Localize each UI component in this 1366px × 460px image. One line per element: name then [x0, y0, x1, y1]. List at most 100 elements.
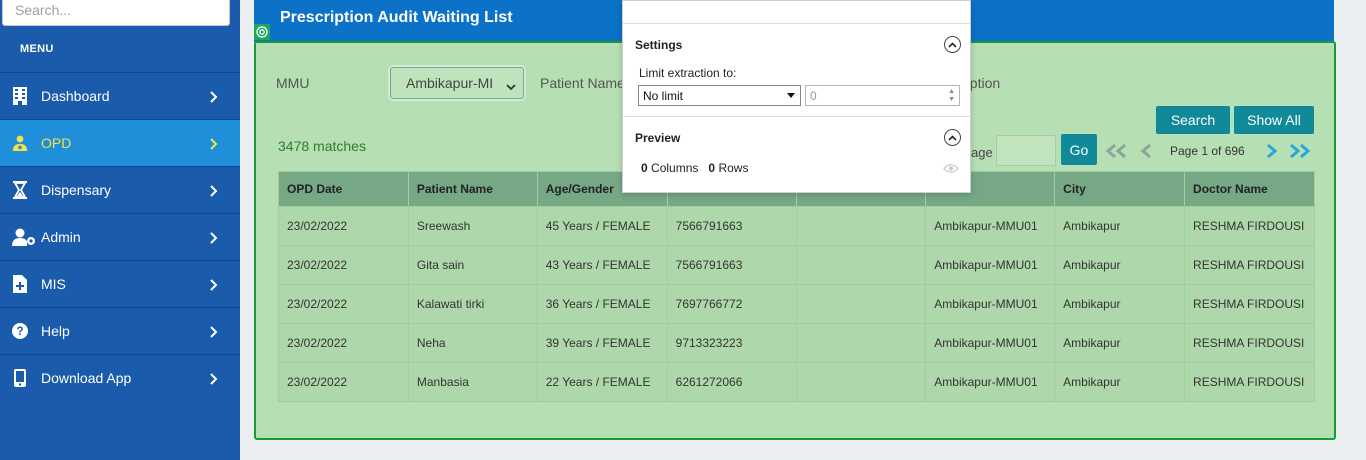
table-cell: 23/02/2022: [278, 362, 409, 402]
prescription-table: OPD Date Patient Name Age/Gender City Do…: [278, 171, 1315, 402]
table-cell: 7566791663: [666, 206, 797, 246]
table-cell: Ambikapur-MMU01: [925, 362, 1056, 402]
table-cell: Ambikapur: [1054, 245, 1186, 285]
chevron-right-icon: [210, 325, 218, 341]
target-icon[interactable]: [254, 24, 270, 40]
collapse-settings-icon[interactable]: [944, 36, 961, 53]
table-cell: 22 Years / FEMALE: [536, 362, 668, 402]
column-header[interactable]: City: [1054, 171, 1186, 207]
column-header[interactable]: OPD Date: [278, 171, 409, 207]
table-cell: Ambikapur-MMU01: [925, 206, 1056, 246]
table-cell: Gita sain: [407, 245, 538, 285]
next-page-icon[interactable]: [1266, 143, 1278, 163]
mobile-icon: [12, 369, 28, 387]
divider: [623, 23, 970, 24]
collapse-preview-icon[interactable]: [944, 129, 961, 146]
sidebar-search-input[interactable]: [2, 0, 230, 26]
table-cell: [795, 245, 927, 285]
table-cell: Sreewash: [407, 206, 538, 246]
limit-extraction-label: Limit extraction to:: [639, 66, 737, 80]
columns-count: 0: [641, 161, 648, 175]
user-cog-icon: [12, 228, 36, 246]
table-row[interactable]: 23/02/2022 Gita sain 43 Years / FEMALE 7…: [278, 245, 1315, 285]
chevron-right-icon: [210, 231, 218, 247]
previous-page-icon[interactable]: [1140, 143, 1152, 163]
table-cell: [795, 284, 927, 324]
matches-count: 3478 matches: [278, 138, 366, 154]
chevron-right-icon: [210, 278, 218, 294]
mmu-label: MMU: [276, 75, 310, 91]
first-page-icon[interactable]: [1104, 143, 1128, 163]
limit-select-value: No limit: [643, 88, 684, 103]
table-cell: 39 Years / FEMALE: [536, 323, 668, 363]
table-cell: 7697766772: [666, 284, 797, 324]
sidebar-item-mis[interactable]: MIS: [0, 260, 240, 307]
doctor-icon: [12, 134, 28, 152]
mmu-select-value: Ambikapur-MI: [406, 75, 494, 91]
table-cell: 45 Years / FEMALE: [536, 206, 668, 246]
sidebar-item-download-app[interactable]: Download App: [0, 354, 240, 401]
mmu-select[interactable]: Ambikapur-MI: [390, 67, 524, 99]
table-cell: [795, 206, 927, 246]
limit-extraction-select[interactable]: No limit: [638, 85, 801, 106]
table-cell: Ambikapur: [1054, 284, 1186, 324]
table-row[interactable]: 23/02/2022 Manbasia 22 Years / FEMALE 62…: [278, 362, 1315, 402]
table-cell: Neha: [407, 323, 538, 363]
sidebar-item-opd[interactable]: OPD: [0, 119, 240, 166]
table-cell: Ambikapur: [1054, 362, 1186, 402]
dropdown-arrow-icon: [787, 93, 795, 98]
building-icon: [12, 87, 28, 105]
table-cell: Ambikapur: [1054, 323, 1186, 363]
menu-heading: MENU: [20, 43, 54, 55]
limit-number-input[interactable]: 0 ▲ ▼: [805, 85, 960, 106]
spinner-arrows-icon[interactable]: ▲ ▼: [948, 88, 955, 104]
divider: [623, 116, 970, 117]
table-cell: 9713323223: [666, 323, 797, 363]
preview-title: Preview: [635, 131, 681, 145]
page-number-input[interactable]: [996, 135, 1056, 166]
table-row[interactable]: 23/02/2022 Kalawati tirki 36 Years / FEM…: [278, 284, 1315, 324]
go-button[interactable]: Go: [1061, 134, 1097, 165]
table-cell: [795, 323, 927, 363]
chevron-right-icon: [210, 184, 218, 200]
question-circle-icon: ?: [12, 322, 28, 340]
column-header[interactable]: Patient Name: [407, 171, 538, 207]
table-cell: 23/02/2022: [278, 323, 409, 363]
table-row[interactable]: 23/02/2022 Neha 39 Years / FEMALE 971332…: [278, 323, 1315, 363]
table-cell: RESHMA FIRDOUSI: [1184, 323, 1315, 363]
sidebar-item-help[interactable]: ? Help: [0, 307, 240, 354]
limit-number-value: 0: [810, 88, 817, 103]
table-cell: Ambikapur: [1054, 206, 1186, 246]
table-cell: 6261272066: [666, 362, 797, 402]
sidebar-item-dispensary[interactable]: Dispensary: [0, 166, 240, 213]
chevron-down-icon: [506, 78, 516, 94]
columns-label: Columns: [651, 161, 699, 175]
patient-name-label: Patient Name: [540, 75, 625, 91]
preview-stats: 0 Columns 0 Rows: [641, 161, 748, 175]
search-button[interactable]: Search: [1156, 106, 1230, 134]
table-cell: Ambikapur-MMU01: [925, 284, 1056, 324]
last-page-icon[interactable]: [1288, 143, 1312, 163]
table-cell: [795, 362, 927, 402]
rows-label: Rows: [718, 161, 749, 175]
hourglass-icon: [12, 181, 28, 199]
column-header[interactable]: Doctor Name: [1184, 171, 1315, 207]
table-row[interactable]: 23/02/2022 Sreewash 45 Years / FEMALE 75…: [278, 206, 1315, 246]
sidebar: MENU Dashboard OPD Dispensary: [0, 0, 240, 460]
table-cell: Manbasia: [407, 362, 538, 402]
chevron-right-icon: [210, 137, 218, 153]
sidebar-item-dashboard[interactable]: Dashboard: [0, 72, 240, 119]
table-cell: RESHMA FIRDOUSI: [1184, 245, 1315, 285]
chevron-right-icon: [210, 372, 218, 388]
show-all-button[interactable]: Show All: [1234, 106, 1314, 134]
table-cell: Ambikapur-MMU01: [925, 245, 1056, 285]
table-cell: 23/02/2022: [278, 284, 409, 324]
chevron-right-icon: [210, 90, 218, 106]
page-indicator: Page 1 of 696: [1170, 144, 1245, 158]
table-cell: RESHMA FIRDOUSI: [1184, 284, 1315, 324]
page-label: age: [971, 145, 993, 160]
sidebar-item-admin[interactable]: Admin: [0, 213, 240, 260]
eye-icon[interactable]: [943, 161, 959, 179]
extraction-settings-popup: Settings Limit extraction to: No limit 0…: [622, 0, 971, 193]
table-cell: RESHMA FIRDOUSI: [1184, 362, 1315, 402]
